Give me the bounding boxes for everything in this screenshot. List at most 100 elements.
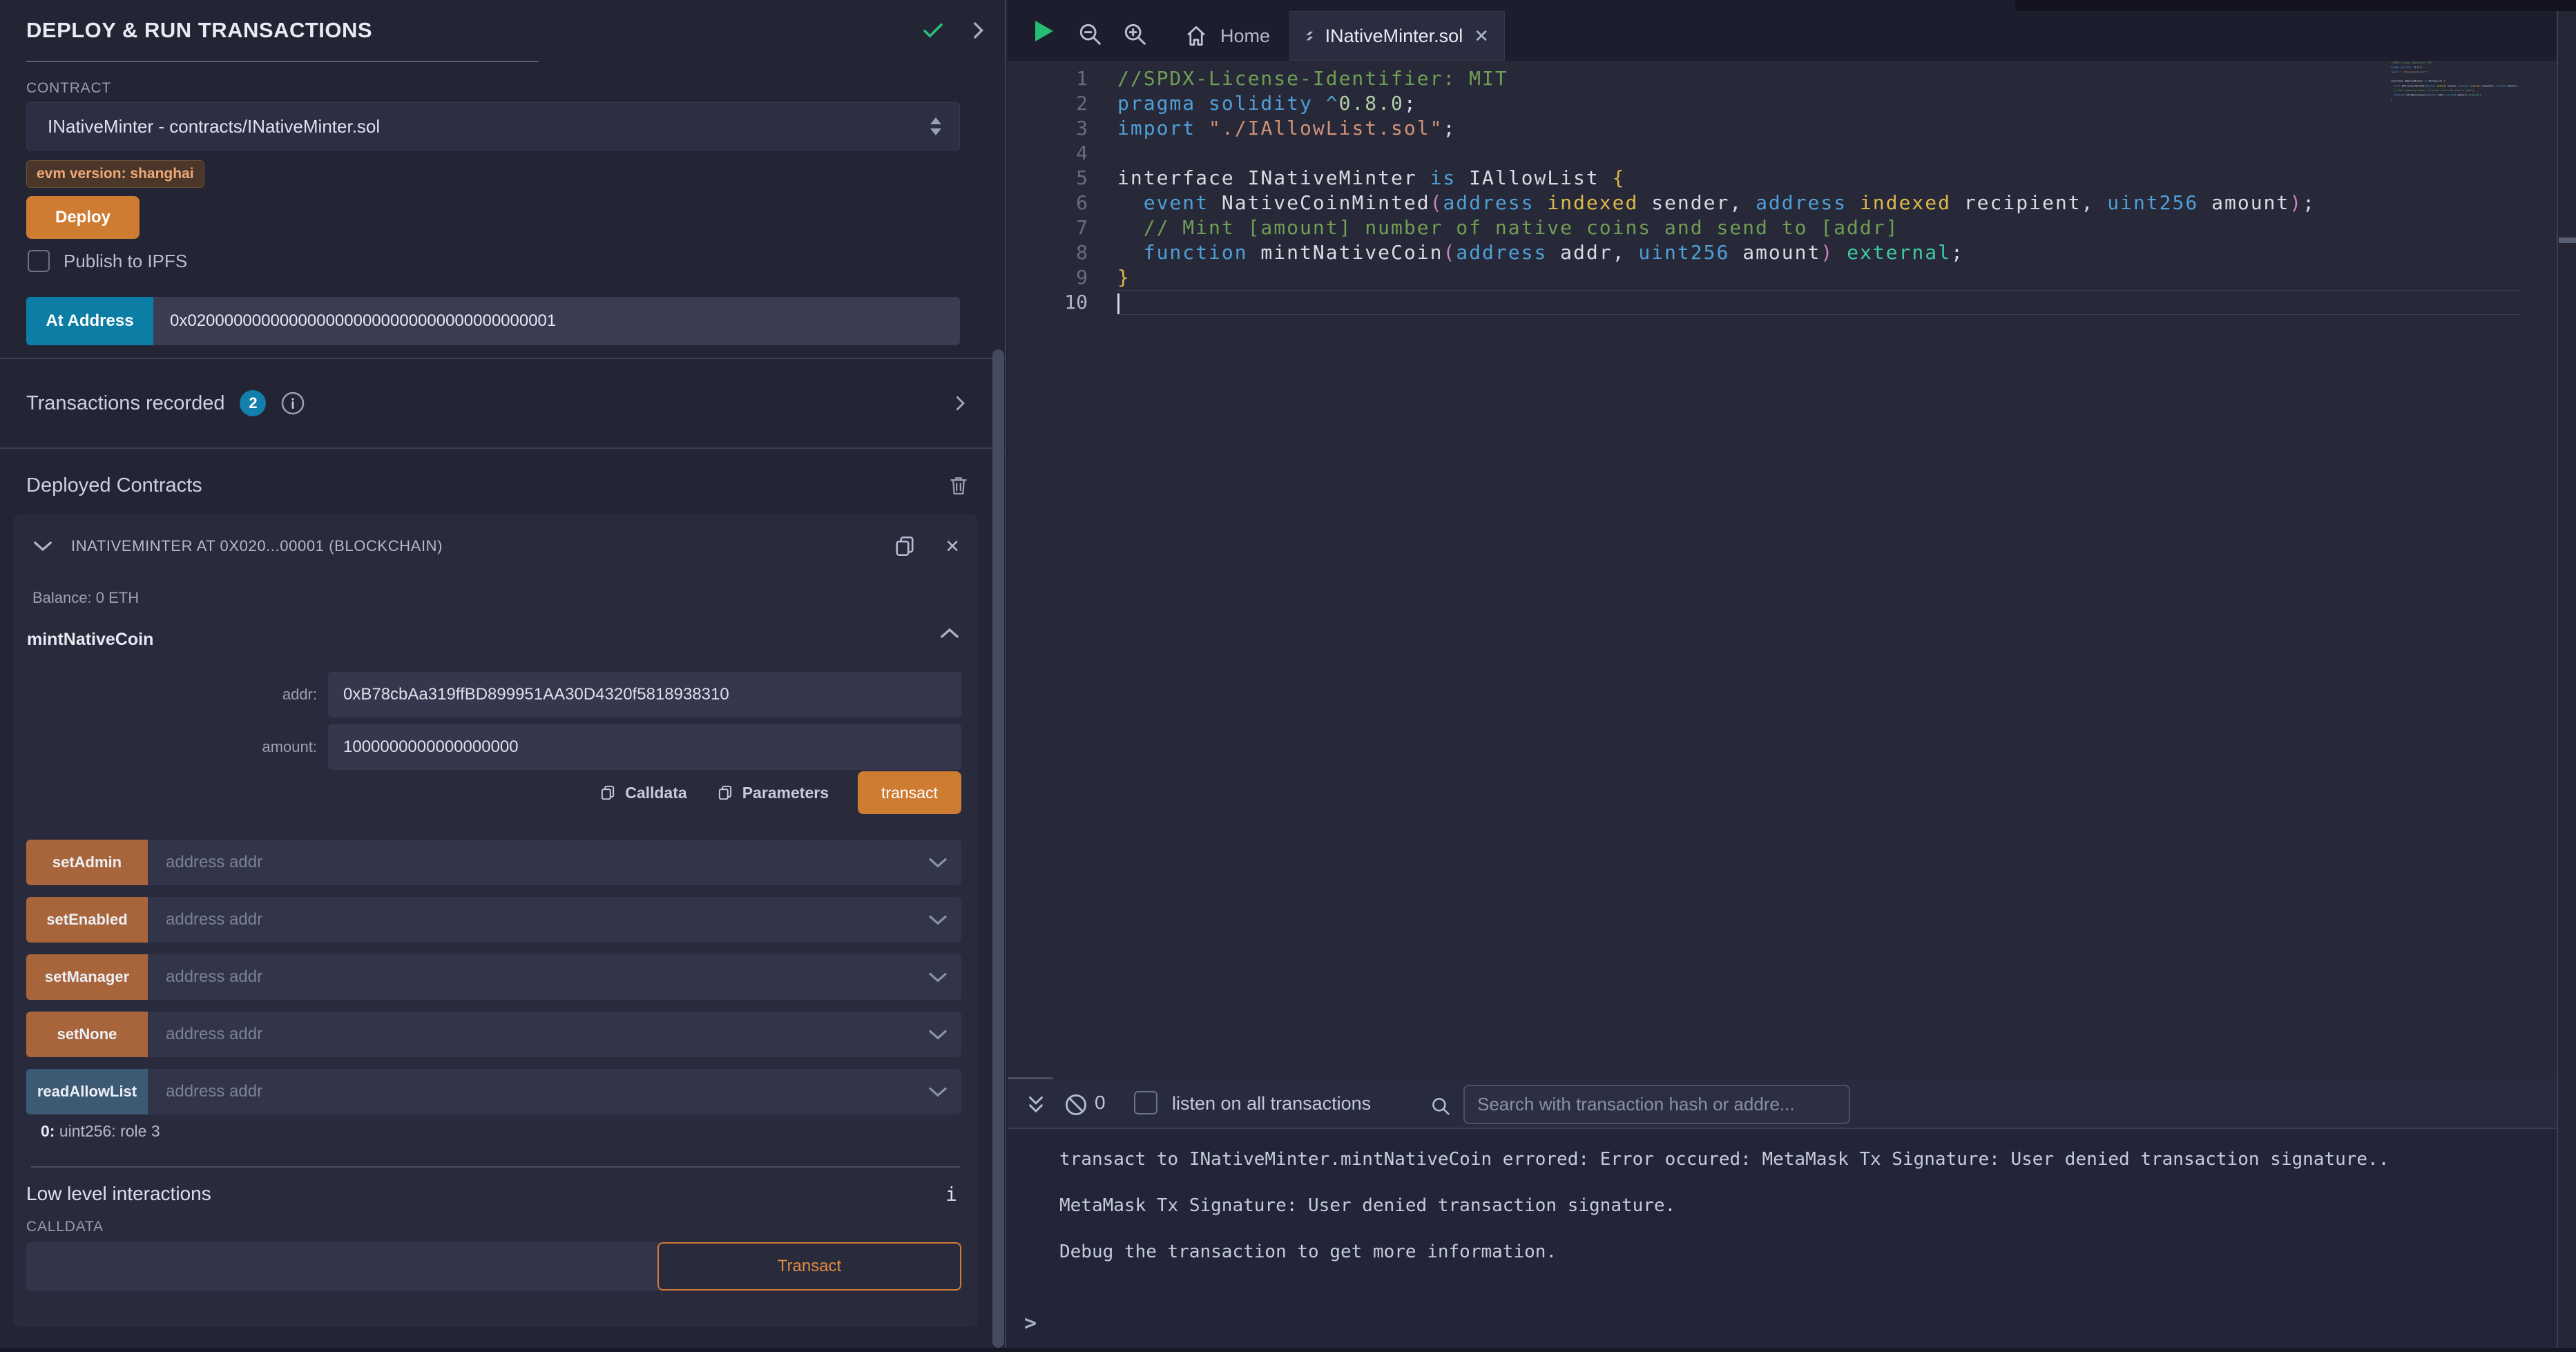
- output-index: 0:: [41, 1122, 55, 1140]
- text-cursor: [1117, 293, 1119, 314]
- panel-header: DEPLOY & RUN TRANSACTIONS: [26, 18, 990, 43]
- deploy-button[interactable]: Deploy: [26, 196, 140, 239]
- parameters-chip-label: Parameters: [742, 784, 829, 802]
- code-line[interactable]: function mintNativeCoin(address addr, ui…: [1117, 240, 2521, 265]
- expanded-function-header[interactable]: mintNativeCoin: [27, 626, 960, 650]
- low-level-header: Low level interactions i: [26, 1183, 957, 1206]
- transact-button[interactable]: transact: [858, 771, 961, 814]
- publish-ipfs-row: Publish to IPFS: [28, 250, 187, 272]
- panel-title: DEPLOY & RUN TRANSACTIONS: [26, 18, 372, 43]
- tab-inativeminter[interactable]: INativeMinter.sol ✕: [1289, 11, 1505, 61]
- evm-version-badge: evm version: shanghai: [26, 160, 204, 188]
- expand-setenabled-chevron-down-icon[interactable]: [927, 913, 949, 927]
- setadmin-button[interactable]: setAdmin: [26, 840, 148, 885]
- terminal-search-input[interactable]: [1463, 1085, 1850, 1124]
- output-value: uint256: role 3: [55, 1122, 160, 1140]
- at-address-row: At Address: [26, 297, 960, 345]
- zoom-in-icon[interactable]: [1122, 21, 1149, 48]
- function-row-setmanager: setManager: [26, 954, 961, 1000]
- run-script-play-icon[interactable]: [1035, 21, 1053, 41]
- amount-field-label: amount:: [13, 738, 328, 756]
- setadmin-input[interactable]: [148, 840, 961, 885]
- function-row-readallowlist: readAllowList: [26, 1069, 961, 1114]
- low-level-info-icon[interactable]: i: [945, 1183, 957, 1206]
- listen-transactions-label: listen on all transactions: [1172, 1093, 1371, 1114]
- transactions-recorded-label: Transactions recorded: [26, 392, 224, 415]
- select-arrows-icon: [930, 117, 941, 135]
- panel-scrollbar[interactable]: [992, 349, 1004, 1348]
- tab-inativeminter-label: INativeMinter.sol: [1325, 26, 1463, 47]
- expand-setmanager-chevron-down-icon[interactable]: [927, 970, 949, 984]
- code-line[interactable]: [1117, 290, 2521, 315]
- info-icon[interactable]: [280, 390, 306, 416]
- editor-tabbar: Home INativeMinter.sol ✕: [1008, 0, 2576, 61]
- function-row-setenabled: setEnabled: [26, 897, 961, 943]
- code-body[interactable]: //SPDX-License-Identifier: MITpragma sol…: [1117, 66, 2521, 315]
- function-row-setnone: setNone: [26, 1012, 961, 1057]
- code-line[interactable]: //SPDX-License-Identifier: MIT: [1117, 66, 2521, 91]
- expand-setadmin-chevron-down-icon[interactable]: [927, 856, 949, 869]
- window-bottom-edge: [0, 1348, 2576, 1352]
- right-scrollbar-thumb[interactable]: [2559, 238, 2576, 243]
- terminal-prompt[interactable]: >: [1024, 1311, 1037, 1335]
- readallowlist-input[interactable]: [148, 1069, 961, 1114]
- amount-field-input[interactable]: [328, 724, 961, 770]
- close-tab-icon[interactable]: ✕: [1474, 27, 1489, 45]
- zoom-out-icon[interactable]: [1077, 21, 1104, 48]
- code-line[interactable]: [1117, 141, 2521, 166]
- expand-readallowlist-chevron-down-icon[interactable]: [927, 1085, 949, 1099]
- check-icon: [921, 18, 945, 43]
- contract-select[interactable]: INativeMinter - contracts/INativeMinter.…: [26, 102, 960, 151]
- terminal-log-line: transact to INativeMinter.mintNativeCoin…: [1059, 1149, 2557, 1170]
- terminal: 0 listen on all transactions transact to…: [1008, 1079, 2557, 1352]
- code-line[interactable]: pragma solidity ^0.8.0;: [1117, 91, 2521, 116]
- collapse-terminal-double-chevron-icon[interactable]: [1024, 1093, 1048, 1117]
- setmanager-input[interactable]: [148, 954, 961, 1000]
- instance-header[interactable]: INATIVEMINTER AT 0X020...00001 (BLOCKCHA…: [32, 527, 960, 566]
- copy-icon: [599, 784, 617, 802]
- readallowlist-button[interactable]: readAllowList: [26, 1069, 148, 1114]
- code-line[interactable]: interface INativeMinter is IAllowList {: [1117, 166, 2521, 191]
- transactions-recorded-row: Transactions recorded 2: [26, 359, 970, 447]
- at-address-input[interactable]: [153, 297, 960, 345]
- low-level-transact-button[interactable]: Transact: [657, 1242, 961, 1291]
- pin-panel-chevron-right-icon[interactable]: [966, 19, 990, 42]
- setenabled-input[interactable]: [148, 897, 961, 943]
- setmanager-button[interactable]: setManager: [26, 954, 148, 1000]
- terminal-log[interactable]: transact to INativeMinter.mintNativeCoin…: [1008, 1130, 2557, 1352]
- setenabled-button[interactable]: setEnabled: [26, 897, 148, 943]
- setnone-input[interactable]: [148, 1012, 961, 1057]
- code-line[interactable]: // Mint [amount] number of native coins …: [1117, 215, 2521, 240]
- code-editor[interactable]: 12345678910 //SPDX-License-Identifier: M…: [1008, 61, 2576, 1079]
- collapse-function-chevron-up-icon[interactable]: [939, 626, 960, 640]
- expand-transactions-chevron-right-icon[interactable]: [950, 393, 970, 414]
- minimap[interactable]: //SPDX-License-Identifier: MITpragma sol…: [2391, 61, 2526, 144]
- function-row-setadmin: setAdmin: [26, 840, 961, 885]
- trash-icon[interactable]: [947, 474, 970, 497]
- clear-console-ban-icon[interactable]: [1063, 1092, 1089, 1118]
- title-underline: [26, 61, 539, 62]
- code-line[interactable]: import "./IAllowList.sol";: [1117, 116, 2521, 141]
- copy-parameters-button[interactable]: Parameters: [716, 784, 829, 802]
- terminal-toolbar: 0 listen on all transactions: [1008, 1079, 2557, 1129]
- setnone-button[interactable]: setNone: [26, 1012, 148, 1057]
- copy-calldata-button[interactable]: Calldata: [599, 784, 686, 802]
- deploy-run-panel: DEPLOY & RUN TRANSACTIONS CONTRACT INati…: [0, 0, 1006, 1352]
- publish-ipfs-checkbox[interactable]: [28, 250, 50, 272]
- instance-title: INATIVEMINTER AT 0X020...00001 (BLOCKCHA…: [71, 537, 443, 555]
- collapse-instance-chevron-down-icon[interactable]: [32, 539, 53, 553]
- right-edge-strip: [2558, 11, 2576, 1352]
- divider: [0, 447, 1005, 449]
- copy-icon: [716, 784, 734, 802]
- listen-transactions-checkbox[interactable]: [1134, 1091, 1157, 1114]
- code-line[interactable]: }: [1117, 265, 2521, 290]
- copy-address-icon[interactable]: [892, 534, 917, 559]
- expand-setnone-chevron-down-icon[interactable]: [927, 1027, 949, 1041]
- at-address-button[interactable]: At Address: [26, 297, 153, 345]
- addr-field-input[interactable]: [328, 672, 961, 717]
- remove-instance-close-icon[interactable]: ✕: [945, 537, 960, 555]
- code-line[interactable]: event NativeCoinMinted(address indexed s…: [1117, 191, 2521, 215]
- calldata-row: Transact: [26, 1242, 961, 1291]
- low-level-label: Low level interactions: [26, 1183, 211, 1205]
- tab-home[interactable]: Home: [1166, 11, 1287, 61]
